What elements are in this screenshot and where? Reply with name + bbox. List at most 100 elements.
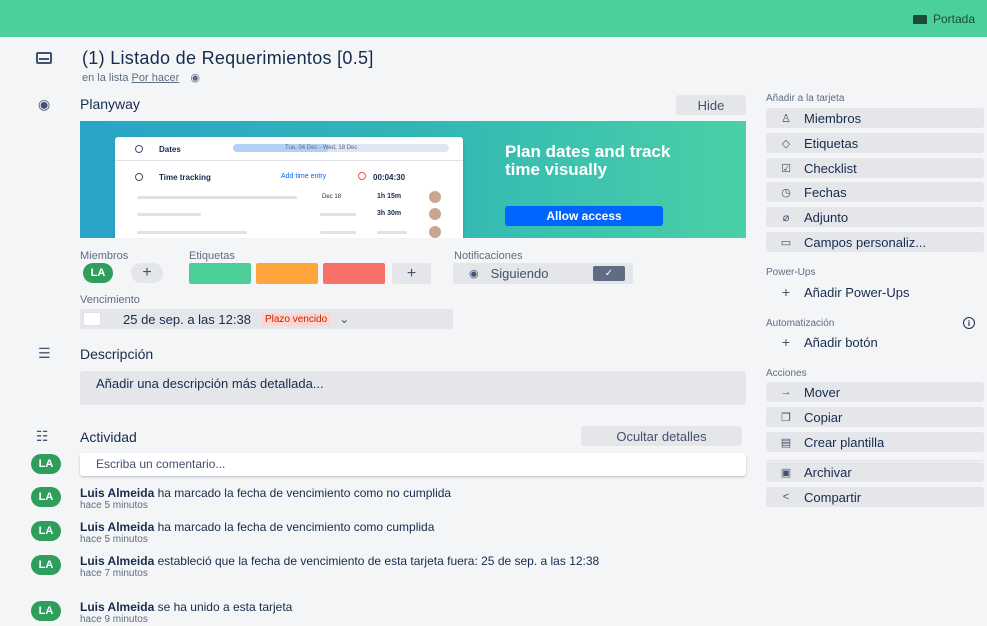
eye-icon: ◉ (469, 268, 479, 280)
activity-user[interactable]: Luis Almeida (80, 554, 154, 568)
members-button-label: Miembros (804, 110, 862, 126)
hide-details-button[interactable]: Ocultar detalles (581, 426, 742, 446)
activity-user[interactable]: Luis Almeida (80, 520, 154, 534)
automation-title: Automatización (766, 318, 835, 329)
move-button-label: Mover (804, 384, 841, 400)
activity-item: Luis Almeida estableció que la fecha de … (80, 554, 730, 580)
due-label: Vencimiento (80, 294, 140, 306)
activity-time[interactable]: hace 5 minutos (80, 500, 730, 512)
due-checkbox[interactable] (83, 312, 101, 326)
labels-button-label: Etiquetas (804, 135, 859, 151)
activity-text: ha marcado la fecha de vencimiento como … (157, 486, 452, 500)
add-member-button[interactable]: + (131, 263, 163, 283)
add-label-button[interactable]: + (392, 263, 431, 284)
attachment-button[interactable]: ⌀ Adjunto (766, 207, 984, 227)
cover-icon (912, 14, 927, 24)
entry-date: Dec 18 (322, 194, 342, 200)
sidebar-divider (766, 460, 984, 461)
activity-avatar[interactable]: LA (31, 521, 61, 541)
label-orange[interactable] (256, 263, 318, 284)
add-powerups-label: Añadir Power-Ups (804, 284, 910, 300)
add-button-label: Añadir botón (804, 334, 878, 350)
share-button-label: Compartir (804, 489, 862, 505)
description-title: Descripción (80, 346, 154, 362)
members-button[interactable]: ♙ Miembros (766, 108, 984, 128)
activity-avatar[interactable]: LA (31, 601, 61, 621)
planyway-title: Planyway (80, 96, 140, 112)
time-tracking-label: Time tracking (159, 173, 211, 182)
move-button[interactable]: → Mover (766, 382, 984, 402)
checklist-button-label: Checklist (804, 160, 857, 176)
archive-button[interactable]: ▣ Archivar (766, 462, 984, 482)
add-time-entry: Add time entry (281, 173, 327, 180)
custom-fields-button[interactable]: ▭ Campos personaliz... (766, 232, 984, 252)
activity-item: Luis Almeida ha marcado la fecha de venc… (80, 486, 730, 512)
activity-text: se ha unido a esta tarjeta (157, 600, 293, 614)
entry-duration: 1h 15m (377, 193, 402, 200)
list-link[interactable]: Por hacer (132, 72, 180, 84)
activity-user[interactable]: Luis Almeida (80, 486, 154, 500)
copy-icon: ❐ (781, 411, 791, 424)
entry-bar (377, 231, 407, 234)
clock-icon: ◷ (781, 186, 791, 199)
cover-button[interactable]: Portada (912, 12, 975, 26)
description-icon: ☰ (38, 345, 51, 361)
planyway-preview: Dates Tue, 04 Dec - Wed, 18 Dec Time tra… (115, 137, 463, 238)
share-icon: < (782, 491, 790, 503)
due-date-button[interactable]: 25 de sep. a las 12:38 Plazo vencido ⌄ (80, 309, 453, 329)
avatar (429, 208, 441, 220)
plus-icon: + (781, 334, 791, 350)
dates-row: Dates Tue, 04 Dec - Wed, 18 Dec (115, 137, 463, 161)
plus-icon: + (781, 284, 791, 300)
chevron-down-icon: ⌄ (339, 312, 350, 326)
add-button-button[interactable]: + Añadir botón (766, 332, 984, 352)
activity-text: estableció que la fecha de vencimiento d… (157, 554, 600, 568)
label-red[interactable] (323, 263, 385, 284)
hide-button[interactable]: Hide (676, 95, 746, 115)
make-template-button[interactable]: ▤ Crear plantilla (766, 432, 984, 452)
watch-icon: ◉ (190, 72, 200, 84)
avatar (429, 226, 441, 238)
planyway-banner: Dates Tue, 04 Dec - Wed, 18 Dec Time tra… (80, 121, 746, 238)
allow-access-button[interactable]: Allow access (505, 206, 663, 226)
powerups-title: Power-Ups (766, 267, 816, 278)
labels-button[interactable]: ◇ Etiquetas (766, 133, 984, 153)
arrow-right-icon: → (780, 386, 792, 398)
archive-icon: ▣ (780, 466, 792, 479)
card-title[interactable]: (1) Listado de Requerimientos [0.5] (82, 48, 374, 69)
cover-label: Portada (932, 12, 975, 26)
activity-user[interactable]: Luis Almeida (80, 600, 154, 614)
activity-time[interactable]: hace 9 minutos (80, 614, 730, 626)
copy-button[interactable]: ❐ Copiar (766, 407, 984, 427)
checklist-button[interactable]: ☑ Checklist (766, 158, 984, 178)
follow-button[interactable]: ◉ Siguiendo ✓ (453, 263, 633, 284)
follow-label: Siguiendo (490, 266, 549, 281)
description-input[interactable]: Añadir una descripción más detallada... (80, 371, 746, 405)
activity-avatar[interactable]: LA (31, 555, 61, 575)
check-icon: ✓ (593, 266, 625, 281)
add-powerups-button[interactable]: + Añadir Power-Ups (766, 282, 984, 302)
paperclip-icon: ⌀ (782, 211, 790, 224)
timer-value: 00:04:30 (373, 173, 406, 182)
member-avatar[interactable]: LA (83, 263, 113, 283)
current-user-avatar[interactable]: LA (31, 454, 61, 474)
template-icon: ▤ (780, 436, 792, 449)
stopwatch-icon (135, 173, 143, 181)
archive-button-label: Archivar (804, 464, 852, 480)
make-template-button-label: Crear plantilla (804, 434, 885, 450)
dates-button[interactable]: ◷ Fechas (766, 182, 984, 202)
overdue-badge: Plazo vencido (260, 312, 332, 326)
share-button[interactable]: < Compartir (766, 487, 984, 507)
list-prefix: en la lista (82, 72, 129, 84)
activity-time[interactable]: hace 7 minutos (80, 568, 730, 580)
comment-input[interactable]: Escriba un comentario... (80, 453, 746, 476)
activity-time[interactable]: hace 5 minutos (80, 534, 730, 546)
activity-avatar[interactable]: LA (31, 487, 61, 507)
custom-fields-icon: ▭ (780, 236, 792, 249)
planyway-headline: Plan dates and track time visually (505, 142, 671, 179)
entry-bar (137, 196, 297, 199)
info-icon[interactable]: i (963, 317, 975, 329)
add-to-card-title: Añadir a la tarjeta (766, 93, 845, 104)
label-green[interactable] (189, 263, 251, 284)
custom-fields-button-label: Campos personaliz... (804, 234, 927, 250)
